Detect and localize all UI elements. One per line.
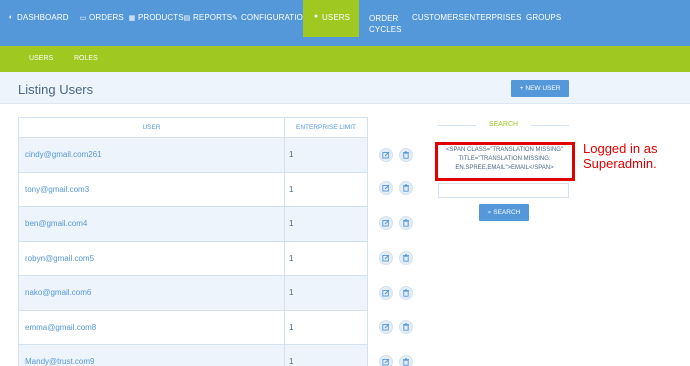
row-actions [379, 320, 413, 334]
user-email-link[interactable]: robyn@gmail.com5 [18, 240, 285, 276]
column-header-user[interactable]: USER [18, 117, 285, 138]
user-email-link[interactable]: cindy@gmail.com261 [18, 137, 285, 173]
nav-customers[interactable]: CUSTOMERS [412, 13, 464, 22]
edit-icon [382, 219, 390, 227]
table-header-row: USER ENTERPRISE LIMIT [18, 117, 368, 138]
nav-configuration[interactable]: ✎ CONFIGURATION [231, 13, 309, 22]
nav-order-cycles[interactable]: ORDER CYCLES [369, 13, 402, 35]
user-icon: ● [313, 13, 319, 20]
new-user-button[interactable]: + NEW USER [511, 80, 569, 97]
annotation-line: Superadmin. [583, 156, 657, 171]
edit-icon [382, 358, 390, 366]
plus-icon: + [519, 85, 524, 92]
search-icon: ⌕ [487, 208, 492, 216]
table-row: robyn@gmail.com5 1 [18, 240, 368, 276]
search-panel-title: SEARCH [438, 121, 569, 128]
annotation-text: Logged in as Superadmin. [583, 141, 657, 171]
subnav-roles[interactable]: ROLES [74, 46, 98, 72]
trash-icon [403, 358, 409, 366]
trash-icon [403, 323, 409, 331]
row-actions [379, 181, 413, 195]
table-row: emma@gmail.com8 1 [18, 309, 368, 345]
nav-reports[interactable]: ▤ REPORTS [183, 13, 232, 22]
highlight-box [435, 142, 575, 181]
trash-icon [403, 184, 409, 192]
edit-icon [382, 254, 390, 262]
top-nav: ◐ DASHBOARD ▭ ORDERS ▦ PRODUCTS ▤ REPORT… [0, 0, 690, 46]
edit-button[interactable] [379, 216, 393, 230]
table-row: cindy@gmail.com261 1 [18, 137, 368, 173]
enterprise-limit-cell: 1 [284, 275, 368, 311]
enterprise-limit-cell: 1 [284, 309, 368, 345]
nav-orders[interactable]: ▭ ORDERS [79, 13, 124, 22]
user-email-link[interactable]: nako@gmail.com6 [18, 275, 285, 311]
users-table: USER ENTERPRISE LIMIT cindy@gmail.com261… [18, 117, 368, 366]
delete-button[interactable] [399, 355, 413, 366]
edit-icon [382, 151, 390, 159]
page-header: Listing Users [0, 72, 690, 104]
edit-button[interactable] [379, 320, 393, 334]
delete-button[interactable] [399, 286, 413, 300]
sub-nav: USERS ROLES [0, 46, 690, 72]
table-row: ben@gmail.com4 1 [18, 206, 368, 242]
enterprise-limit-cell: 1 [284, 171, 368, 207]
enterprise-limit-cell: 1 [284, 137, 368, 173]
row-actions [379, 216, 413, 230]
delete-button[interactable] [399, 216, 413, 230]
enterprise-limit-cell: 1 [284, 240, 368, 276]
delete-button[interactable] [399, 181, 413, 195]
trash-icon [403, 151, 409, 159]
table-row: Mandy@trust.com9 1 [18, 344, 368, 366]
wrench-icon: ✎ [232, 14, 238, 22]
file-icon: ▤ [183, 14, 191, 22]
user-email-link[interactable]: Mandy@trust.com9 [18, 344, 285, 366]
delete-button[interactable] [399, 148, 413, 162]
edit-icon [382, 184, 390, 192]
row-actions [379, 251, 413, 265]
user-email-link[interactable]: emma@gmail.com8 [18, 309, 285, 345]
table-row: tony@gmail.com3 1 [18, 171, 368, 207]
search-button[interactable]: ⌕ SEARCH [479, 204, 529, 221]
edit-button[interactable] [379, 355, 393, 366]
trash-icon [403, 289, 409, 297]
row-actions [379, 286, 413, 300]
products-icon: ▦ [128, 14, 136, 22]
trash-icon [403, 254, 409, 262]
edit-button[interactable] [379, 251, 393, 265]
edit-button[interactable] [379, 181, 393, 195]
row-actions [379, 355, 413, 366]
page-title: Listing Users [18, 82, 94, 97]
enterprise-limit-cell: 1 [284, 344, 368, 366]
row-actions [379, 148, 413, 162]
nav-dashboard[interactable]: ◐ DASHBOARD [7, 13, 69, 22]
user-email-link[interactable]: ben@gmail.com4 [18, 206, 285, 242]
delete-button[interactable] [399, 251, 413, 265]
trash-icon [403, 219, 409, 227]
nav-groups[interactable]: GROUPS [526, 13, 561, 22]
dashboard-icon: ◐ [8, 14, 14, 21]
annotation-line: Logged in as [583, 141, 658, 156]
table-row: nako@gmail.com6 1 [18, 275, 368, 311]
edit-icon [382, 289, 390, 297]
email-search-input[interactable] [438, 183, 569, 198]
delete-button[interactable] [399, 320, 413, 334]
column-header-enterprise-limit[interactable]: ENTERPRISE LIMIT [284, 117, 368, 138]
edit-button[interactable] [379, 148, 393, 162]
cart-icon: ▭ [79, 14, 87, 22]
user-email-link[interactable]: tony@gmail.com3 [18, 171, 285, 207]
nav-products[interactable]: ▦ PRODUCTS [128, 13, 184, 22]
edit-button[interactable] [379, 286, 393, 300]
nav-users[interactable]: ● USERS [303, 0, 360, 37]
edit-icon [382, 323, 390, 331]
nav-enterprises[interactable]: ENTERPRISES [464, 13, 522, 22]
enterprise-limit-cell: 1 [284, 206, 368, 242]
